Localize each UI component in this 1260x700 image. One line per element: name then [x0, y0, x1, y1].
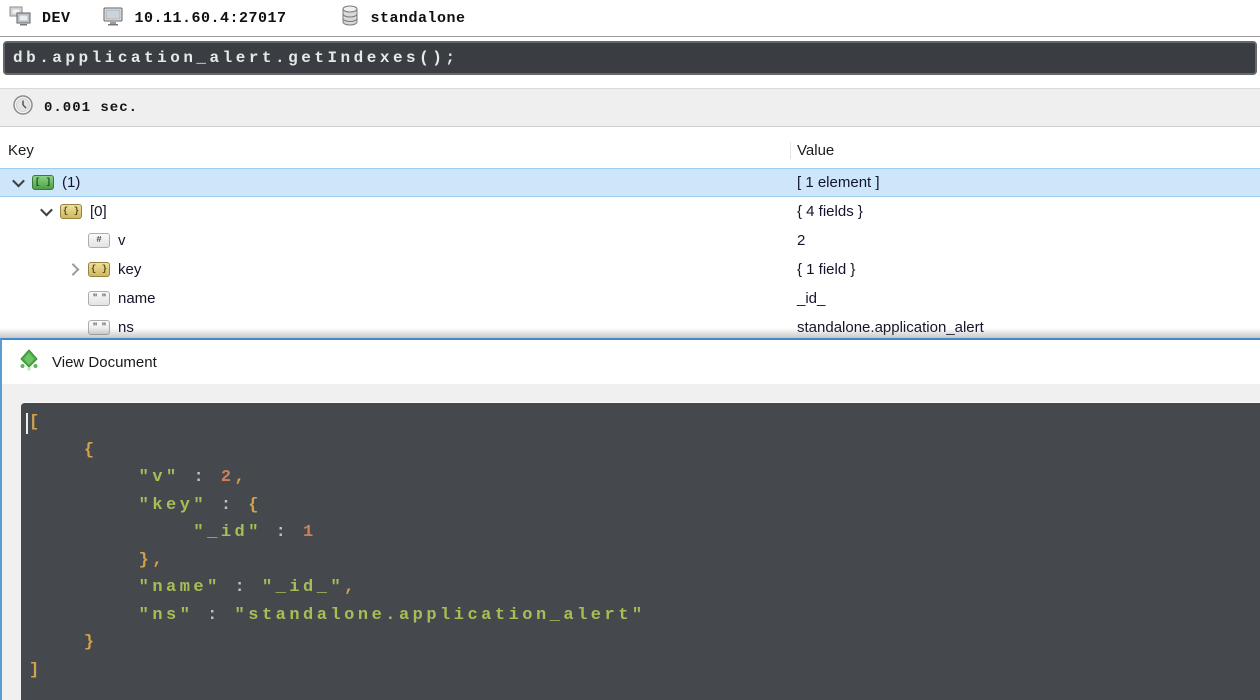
array-icon: [ ]	[32, 175, 54, 190]
breadcrumb-connection[interactable]: DEV	[8, 5, 71, 32]
document-leaf-icon	[18, 348, 40, 377]
dialog-title: View Document	[52, 354, 157, 371]
result-table: Key Value [ ] (1) [ 1 element ] { } [0] { 4 f…	[0, 136, 1260, 346]
breadcrumb-server[interactable]: 10.11.60.4:27017	[101, 5, 287, 32]
table-row[interactable]: [ ] (1) [ 1 element ]	[0, 168, 1260, 197]
chevron-placeholder-icon	[64, 284, 84, 313]
query-input[interactable]: db.application_alert.getIndexes();	[3, 41, 1257, 75]
text-cursor	[26, 413, 28, 434]
row-key: (1)	[62, 174, 80, 191]
json-editor-content: [ { "v" : 2, "key" : { "_id" : 1 }, "nam…	[29, 409, 1260, 684]
json-line: "ns" : "standalone.application_alert"	[29, 602, 1260, 630]
chevron-right-icon[interactable]	[64, 255, 84, 284]
table-row[interactable]: { } key { 1 field }	[0, 255, 1260, 284]
dialog-shadow	[0, 328, 1260, 338]
number-icon: #	[88, 233, 110, 248]
json-line: }	[29, 629, 1260, 657]
row-key-cell: #v	[0, 226, 126, 255]
json-line: "v" : 2,	[29, 464, 1260, 492]
string-icon: " "	[88, 291, 110, 306]
query-text: db.application_alert.getIndexes();	[13, 49, 458, 67]
table-header: Key Value	[0, 136, 1260, 168]
database-name: standalone	[371, 10, 466, 27]
row-value: _id_	[797, 284, 825, 313]
server-address: 10.11.60.4:27017	[135, 10, 287, 27]
table-row[interactable]: " " name _id_	[0, 284, 1260, 313]
row-key-cell: { } key	[0, 255, 141, 284]
chevron-down-icon[interactable]	[8, 168, 28, 197]
table-row[interactable]: #v2	[0, 226, 1260, 255]
object-icon: { }	[60, 204, 82, 219]
row-key: key	[118, 261, 141, 278]
json-line: "name" : "_id_",	[29, 574, 1260, 602]
json-line: {	[29, 437, 1260, 465]
column-header-key[interactable]: Key	[8, 142, 34, 159]
chevron-down-icon[interactable]	[36, 197, 56, 226]
json-line: },	[29, 547, 1260, 575]
connection-name: DEV	[42, 10, 71, 27]
row-value: { 4 fields }	[797, 197, 863, 226]
connection-icon	[8, 5, 32, 32]
json-line: "_id" : 1	[29, 519, 1260, 547]
database-icon	[339, 4, 361, 33]
json-line: "key" : {	[29, 492, 1260, 520]
object-icon: { }	[88, 262, 110, 277]
row-key-cell: [ ] (1)	[0, 168, 80, 197]
chevron-placeholder-icon	[64, 226, 84, 255]
execution-time: 0.001 sec.	[44, 100, 138, 116]
app-window: DEV 10.11.60.4:27017	[0, 0, 1260, 700]
clock-icon	[12, 94, 34, 121]
row-key: [0]	[90, 203, 107, 220]
row-value: 2	[797, 226, 805, 255]
row-value: [ 1 element ]	[797, 168, 880, 197]
column-header-value[interactable]: Value	[790, 142, 834, 159]
row-value: { 1 field }	[797, 255, 855, 284]
row-key-cell: { } [0]	[0, 197, 107, 226]
json-line: ]	[29, 657, 1260, 685]
table-row[interactable]: { } [0] { 4 fields }	[0, 197, 1260, 226]
result-rows: [ ](1)[ 1 element ]{ }[0]{ 4 fields }#v2…	[0, 168, 1260, 342]
row-key-cell: " " name	[0, 284, 156, 313]
view-document-dialog: View Document [ { "v" : 2, "key" : { "_i…	[0, 338, 1260, 700]
row-key: v	[118, 232, 126, 249]
dialog-titlebar[interactable]: View Document	[2, 340, 1260, 384]
status-bar: 0.001 sec.	[0, 88, 1260, 127]
json-editor[interactable]: [ { "v" : 2, "key" : { "_id" : 1 }, "nam…	[21, 402, 1260, 700]
row-key: name	[118, 290, 156, 307]
server-icon	[101, 5, 125, 32]
breadcrumb: DEV 10.11.60.4:27017	[0, 0, 1260, 37]
json-line: [	[29, 409, 1260, 437]
breadcrumb-database[interactable]: standalone	[339, 4, 466, 33]
